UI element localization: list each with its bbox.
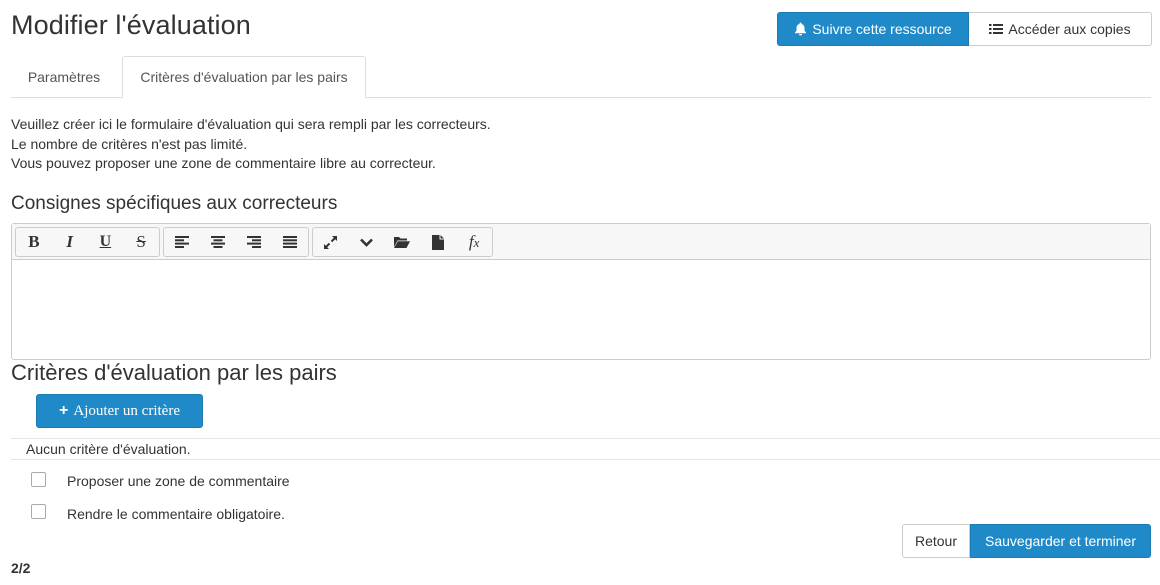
align-left-icon[interactable] (164, 228, 200, 256)
list-icon (989, 24, 1004, 34)
back-button[interactable]: Retour (902, 524, 970, 558)
header-actions: Suivre cette ressource Accéder aux copie… (777, 12, 1152, 46)
page-indicator: 2/2 (11, 560, 31, 576)
chevron-down-icon[interactable] (349, 228, 385, 256)
plus-icon: + (59, 402, 69, 419)
intro-line: Veuillez créer ici le formulaire d'évalu… (11, 116, 491, 132)
align-justify-icon[interactable] (272, 228, 308, 256)
intro-line: Vous pouvez proposer une zone de comment… (11, 155, 436, 171)
formula-icon[interactable]: fx (456, 228, 492, 256)
instructions-heading: Consignes spécifiques aux correcteurs (11, 193, 338, 214)
intro-text: Veuillez créer ici le formulaire d'évalu… (11, 115, 491, 174)
tab-bar: Paramètres Critères d'évaluation par les… (11, 56, 1151, 98)
tab-peer-criteria[interactable]: Critères d'évaluation par les pairs (122, 56, 366, 98)
file-icon[interactable] (420, 228, 456, 256)
align-right-icon[interactable] (236, 228, 272, 256)
page-title: Modifier l'évaluation (11, 10, 251, 40)
comment-required-label: Rendre le commentaire obligatoire. (67, 506, 285, 522)
add-criterion-label: Ajouter un critère (73, 402, 180, 419)
tab-parametres[interactable]: Paramètres (11, 56, 117, 98)
strikethrough-icon[interactable]: S (123, 228, 159, 256)
editor-toolbar: B I U S fx (12, 224, 1150, 260)
comment-zone-label: Proposer une zone de commentaire (67, 473, 290, 489)
underline-icon[interactable]: U (88, 228, 124, 256)
instructions-textarea[interactable] (12, 260, 1150, 359)
align-center-icon[interactable] (200, 228, 236, 256)
add-criterion-button[interactable]: + Ajouter un critère (36, 394, 203, 428)
empty-criteria-message: Aucun critère d'évaluation. (11, 438, 1160, 460)
access-copies-button[interactable]: Accéder aux copies (969, 12, 1152, 46)
italic-icon[interactable]: I (52, 228, 88, 256)
comment-required-checkbox[interactable] (31, 504, 46, 519)
bold-icon[interactable]: B (16, 228, 52, 256)
intro-line: Le nombre de critères n'est pas limité. (11, 135, 248, 152)
follow-resource-button[interactable]: Suivre cette ressource (777, 12, 969, 46)
criteria-heading: Critères d'évaluation par les pairs (11, 360, 337, 385)
comment-required-option: Rendre le commentaire obligatoire. (31, 504, 285, 522)
alignment-group (163, 227, 309, 257)
tools-group: fx (312, 227, 493, 257)
save-and-finish-button[interactable]: Sauvegarder et terminer (970, 524, 1151, 558)
instructions-editor: B I U S fx (11, 223, 1151, 360)
access-copies-label: Accéder aux copies (1008, 21, 1131, 37)
comment-zone-checkbox[interactable] (31, 472, 46, 487)
comment-zone-option: Proposer une zone de commentaire (31, 472, 290, 489)
text-style-group: B I U S (15, 227, 160, 257)
follow-resource-label: Suivre cette ressource (812, 21, 952, 37)
bell-icon (795, 22, 807, 36)
folder-open-icon[interactable] (385, 228, 421, 256)
fullscreen-icon[interactable] (313, 228, 349, 256)
